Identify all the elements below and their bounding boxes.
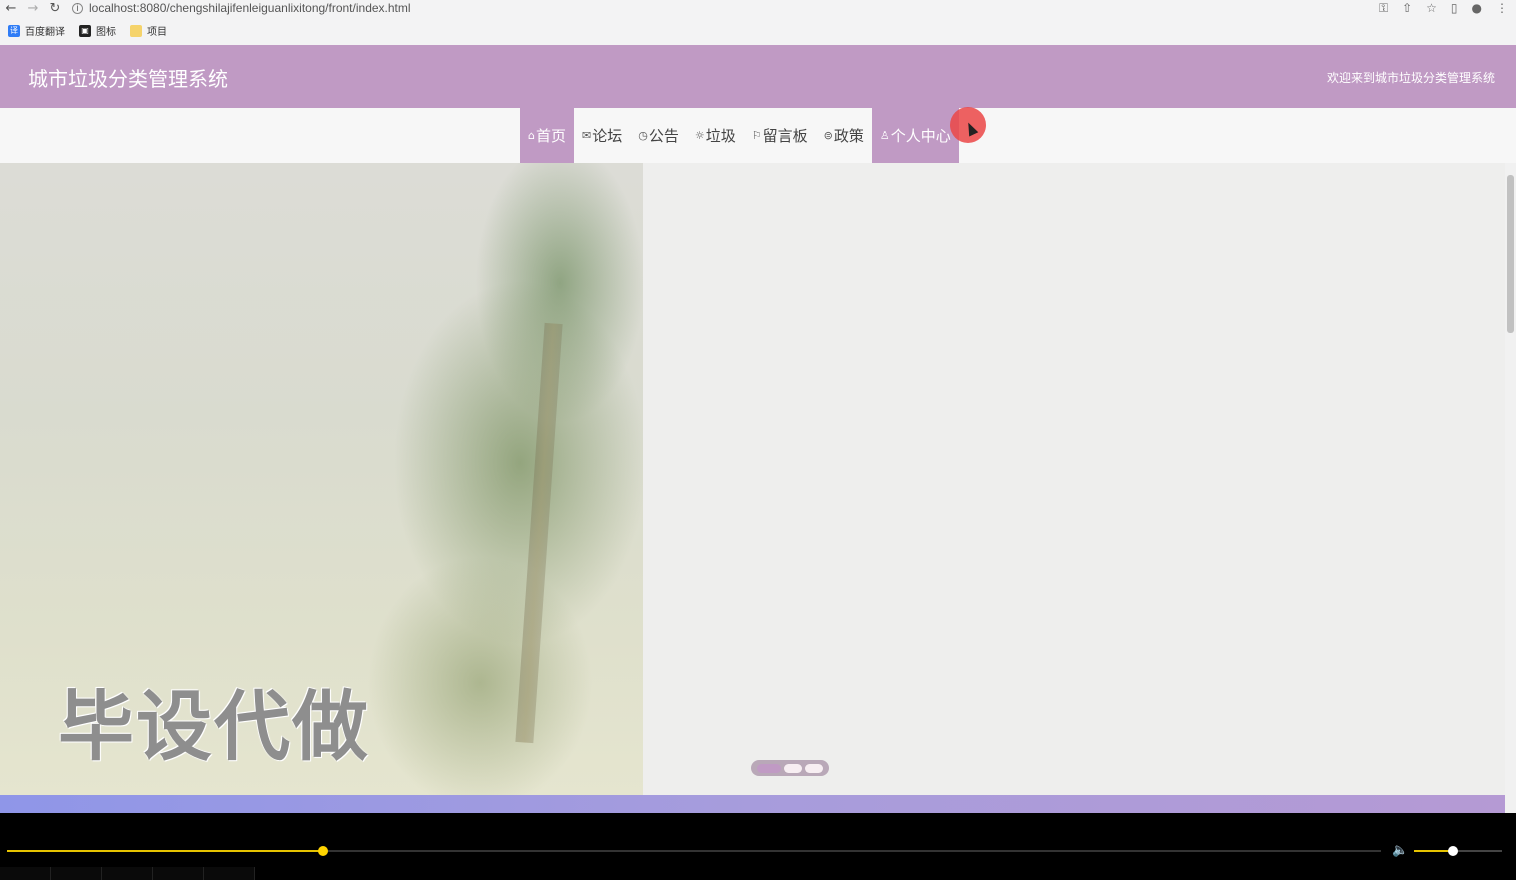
banner-carousel[interactable]: 毕设代做 (0, 163, 1505, 795)
info-icon[interactable]: i (72, 2, 83, 14)
nav-item-label: 政策 (833, 127, 864, 145)
url-field[interactable]: i localhost:8080/chengshilajifenleiguanl… (72, 1, 411, 15)
section-band (0, 795, 1505, 813)
welcome-text: 欢迎来到城市垃圾分类管理系统 (1326, 71, 1495, 85)
user-icon: ♙ (879, 129, 890, 142)
carousel-dot[interactable] (805, 763, 823, 773)
back-icon[interactable]: ← (0, 0, 22, 16)
mail-icon: ✉ (582, 129, 592, 142)
page-scrollbar[interactable] (1505, 163, 1516, 813)
share-icon[interactable]: ⇧ (1402, 1, 1412, 15)
menu-dots-icon[interactable]: ⋮ (1496, 1, 1508, 15)
seek-progress (7, 850, 324, 852)
nav-item-policy[interactable]: ⊜ 政策 (816, 108, 872, 163)
volume-slider[interactable] (1414, 850, 1502, 852)
player-tabs (0, 867, 255, 880)
profile-icon[interactable]: ● (1472, 1, 1482, 15)
bookmark-label: 图标 (96, 27, 116, 38)
carousel-indicators (751, 760, 829, 776)
site-title: 城市垃圾分类管理系统 (28, 67, 228, 91)
player-tab[interactable] (0, 867, 51, 880)
nav-item-message-board[interactable]: ⚐ 留言板 (744, 108, 816, 163)
player-tab[interactable] (204, 867, 255, 880)
globe-icon: ⊜ (823, 129, 833, 142)
nav-item-forum[interactable]: ✉ 论坛 (574, 108, 630, 163)
player-tab[interactable] (51, 867, 102, 880)
reload-icon[interactable]: ↻ (44, 0, 66, 16)
nav-item-label: 个人中心 (890, 127, 951, 145)
nav-item-label: 公告 (648, 127, 679, 145)
sidebar-icon[interactable]: ▯ (1451, 1, 1458, 15)
scrollbar-thumb[interactable] (1507, 175, 1514, 333)
home-icon: ⌂ (528, 129, 535, 142)
forward-icon[interactable]: → (22, 0, 44, 16)
nav-item-label: 垃圾 (705, 127, 736, 145)
bookmarks-bar: 译 百度翻译 ▣ 图标 项目 (0, 16, 1516, 45)
nav-item-profile[interactable]: ♙ 个人中心 (871, 108, 959, 163)
bookmark-label: 百度翻译 (25, 27, 65, 38)
url-text: localhost:8080/chengshilajifenleiguanlix… (89, 1, 411, 15)
nav-item-label: 论坛 (592, 127, 623, 145)
nav-menu: ⌂ 首页 ✉ 论坛 ◷ 公告 ☼ 垃圾 ⚐ 留言板 ⊜ 政策 ♙ 个人中心 (520, 108, 959, 163)
nav-item-home[interactable]: ⌂ 首页 (520, 108, 574, 163)
browser-address-bar: ← → ↻ i localhost:8080/chengshilajifenle… (0, 0, 1516, 16)
carousel-dot[interactable] (784, 763, 802, 773)
site-header: 城市垃圾分类管理系统 欢迎来到城市垃圾分类管理系统 (0, 45, 1516, 108)
volume-level (1414, 850, 1453, 852)
star-icon[interactable]: ☆ (1426, 1, 1437, 15)
translate-icon: 译 (8, 24, 20, 37)
video-player-controls: 🔈 (0, 813, 1516, 880)
bookmark-translate[interactable]: 译 百度翻译 (8, 23, 65, 38)
bookmark-project[interactable]: 项目 (130, 23, 167, 38)
seek-bar[interactable] (7, 850, 1381, 852)
flag-icon: ⚐ (751, 129, 762, 142)
nav-item-garbage[interactable]: ☼ 垃圾 (687, 108, 744, 163)
nav-item-label: 留言板 (762, 127, 808, 145)
bookmark-label: 项目 (147, 27, 167, 38)
bookmark-icons[interactable]: ▣ 图标 (79, 23, 116, 38)
nav-item-label: 首页 (535, 127, 566, 145)
player-tab[interactable] (102, 867, 153, 880)
clock-icon: ◷ (638, 129, 648, 142)
seek-handle[interactable] (318, 846, 329, 856)
player-tab[interactable] (153, 867, 204, 880)
image-icon: ▣ (79, 24, 91, 37)
folder-icon (130, 24, 142, 37)
volume-handle[interactable] (1447, 846, 1458, 856)
key-icon[interactable]: ⚿ (1379, 1, 1388, 16)
carousel-dot[interactable] (757, 763, 781, 773)
gear-icon: ☼ (694, 129, 705, 142)
watermark-text: 毕设代做 (58, 682, 370, 771)
volume-icon[interactable]: 🔈 (1392, 843, 1408, 858)
nav-item-notice[interactable]: ◷ 公告 (630, 108, 687, 163)
nav-bar: ⌂ 首页 ✉ 论坛 ◷ 公告 ☼ 垃圾 ⚐ 留言板 ⊜ 政策 ♙ 个人中心 (0, 108, 1516, 163)
